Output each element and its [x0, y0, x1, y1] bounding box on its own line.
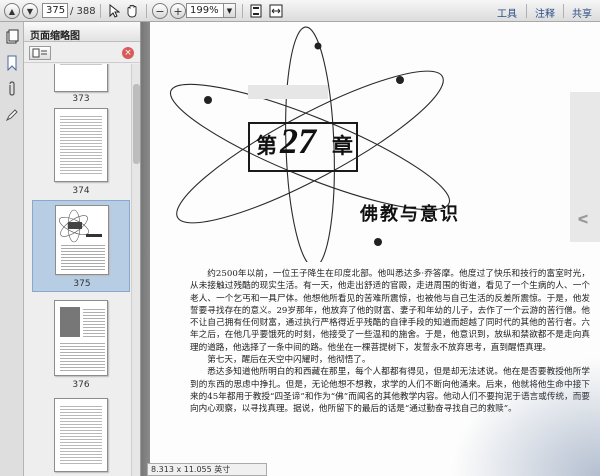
fit-width-button[interactable] — [268, 3, 284, 19]
toolbar-divider — [100, 4, 101, 18]
thumbnail-list: 373 374 375 376 — [24, 64, 130, 476]
thumbnail-page-number: 375 — [73, 279, 91, 289]
zoom-in-button[interactable]: + — [170, 3, 186, 19]
signature-pen-icon[interactable] — [3, 106, 20, 123]
zoom-out-button[interactable]: − — [152, 3, 168, 19]
paragraph: 约2500年以前，一位王子降生在印度北部。他叫悉达多·乔答摩。他度过了快乐和技行… — [190, 269, 590, 353]
thumbnail-chapter-art — [58, 209, 105, 272]
thumbnail-page-image — [55, 205, 109, 275]
close-panel-icon[interactable]: × — [122, 47, 134, 59]
thumbnail-page-image — [54, 64, 108, 92]
panel-header: 页面缩略图 — [24, 22, 140, 42]
attachment-paperclip-icon[interactable] — [3, 80, 20, 97]
panel-toolbar: × — [24, 43, 140, 63]
scrollbar-thumb[interactable] — [133, 84, 140, 164]
tools-menu-link[interactable]: 工具 — [497, 5, 517, 20]
cursor-arrow-icon — [109, 4, 120, 18]
chapter-suffix: 章 — [332, 133, 353, 158]
page-shadow — [141, 22, 150, 476]
thumbnail-page-number: 376 — [72, 380, 90, 390]
chapter-number: 27 — [280, 121, 316, 161]
bookmark-icon[interactable] — [3, 54, 20, 71]
atom-orbit-illustration — [169, 26, 451, 262]
panel-title: 页面缩略图 — [30, 31, 80, 42]
fit-page-button[interactable] — [248, 3, 264, 19]
fit-width-icon — [269, 4, 283, 18]
thumbnail-374[interactable]: 374 — [32, 104, 130, 200]
thumbnail-page-image — [54, 108, 108, 182]
navigation-icon-strip — [0, 22, 24, 476]
side-tab-edge: V — [570, 92, 600, 242]
hand-tool-button[interactable] — [124, 3, 140, 19]
options-list-icon — [32, 48, 47, 58]
side-tab-letter: V — [575, 214, 590, 224]
main-toolbar: ▲ ▼ 375 / 388 − + 199% ▼ 工具 注释 共享 — [0, 0, 600, 22]
document-viewer[interactable]: V 第 27 章 佛教与意识 约2500年以前，一位王子降生在印度北部。他叫悉达… — [141, 22, 600, 476]
next-page-button[interactable]: ▼ — [22, 3, 38, 19]
comment-menu-link[interactable]: 注释 — [535, 5, 555, 20]
zoom-level-input[interactable]: 199% — [186, 3, 224, 18]
thumbnail-373[interactable]: 373 — [32, 64, 130, 104]
hand-icon — [127, 5, 137, 18]
previous-page-button[interactable]: ▲ — [4, 3, 20, 19]
toolbar-divider — [563, 4, 564, 18]
thumbnail-page-image — [54, 398, 108, 472]
page-thumbnails-panel: 页面缩略图 × 373 374 375 376 — [24, 22, 141, 476]
thumbnail-page-number: 374 — [72, 186, 90, 196]
toolbar-divider — [242, 4, 243, 18]
thumbnail-377[interactable]: 377 — [32, 394, 130, 476]
page-size-status: 8.313 x 11.055 英寸 — [147, 463, 267, 476]
fit-page-icon — [250, 4, 262, 18]
thumbnail-375-selected[interactable]: 375 — [32, 200, 130, 292]
corner-watermark — [450, 356, 600, 476]
thumbnail-page-image — [54, 300, 108, 376]
thumbnail-376[interactable]: 376 — [32, 296, 130, 392]
page-total-label: / 388 — [70, 5, 96, 17]
document-page: V 第 27 章 佛教与意识 约2500年以前，一位王子降生在印度北部。他叫悉达… — [150, 22, 600, 476]
chapter-prefix: 第 — [256, 133, 277, 158]
panel-options-button[interactable] — [29, 46, 51, 60]
page-thumbnails-icon[interactable] — [3, 28, 20, 45]
toolbar-divider — [526, 4, 527, 18]
zoom-dropdown-chevron-icon[interactable]: ▼ — [224, 3, 236, 18]
toolbar-divider — [146, 4, 147, 18]
chapter-title: 佛教与意识 — [360, 204, 460, 225]
thumbnail-page-number: 373 — [72, 94, 90, 104]
thumbnail-scrollbar[interactable] — [131, 64, 140, 476]
share-menu-link[interactable]: 共享 — [572, 5, 592, 20]
page-number-input[interactable]: 375 — [42, 3, 68, 18]
select-tool-button[interactable] — [106, 3, 122, 19]
